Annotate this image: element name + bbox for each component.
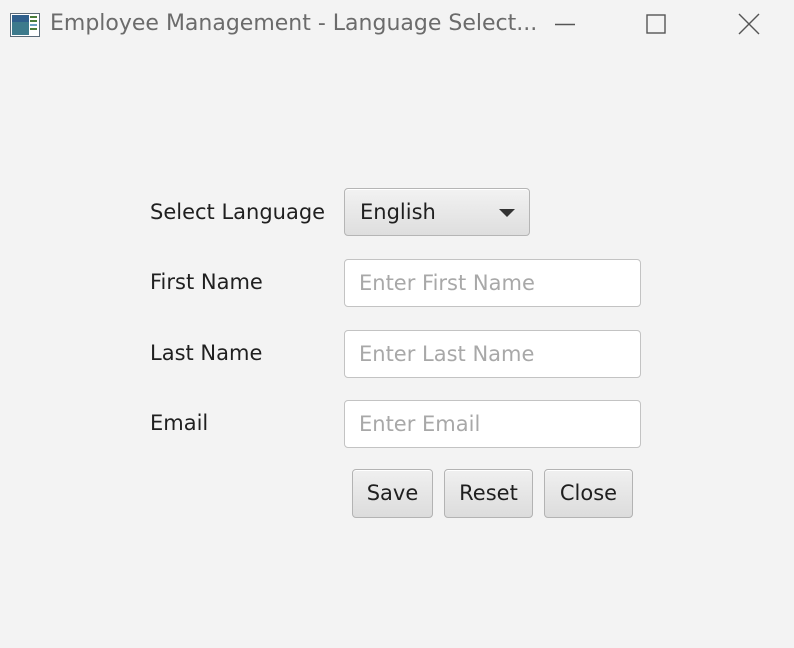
chevron-down-icon	[499, 209, 515, 217]
maximize-button[interactable]	[610, 0, 702, 50]
language-select[interactable]: English	[344, 188, 530, 236]
reset-button[interactable]: Reset	[444, 469, 533, 518]
window-close-button[interactable]	[702, 0, 794, 50]
application-window: Employee Management - Language Select...…	[0, 0, 794, 648]
last-name-label: Last Name	[150, 341, 263, 365]
last-name-input[interactable]	[344, 330, 641, 378]
minimize-button[interactable]	[519, 0, 611, 50]
window-title: Employee Management - Language Select...	[50, 11, 538, 36]
app-icon	[10, 13, 40, 37]
email-input[interactable]	[344, 400, 641, 448]
title-bar[interactable]: Employee Management - Language Select...	[0, 0, 794, 50]
language-select-value: English	[360, 200, 436, 224]
close-button[interactable]: Close	[544, 469, 633, 518]
save-button[interactable]: Save	[352, 469, 433, 518]
close-icon	[738, 13, 760, 35]
email-label: Email	[150, 411, 209, 435]
first-name-label: First Name	[150, 270, 263, 294]
language-label: Select Language	[150, 200, 326, 224]
minimize-icon	[555, 23, 575, 26]
maximize-icon	[646, 14, 666, 34]
first-name-input[interactable]	[344, 259, 641, 307]
